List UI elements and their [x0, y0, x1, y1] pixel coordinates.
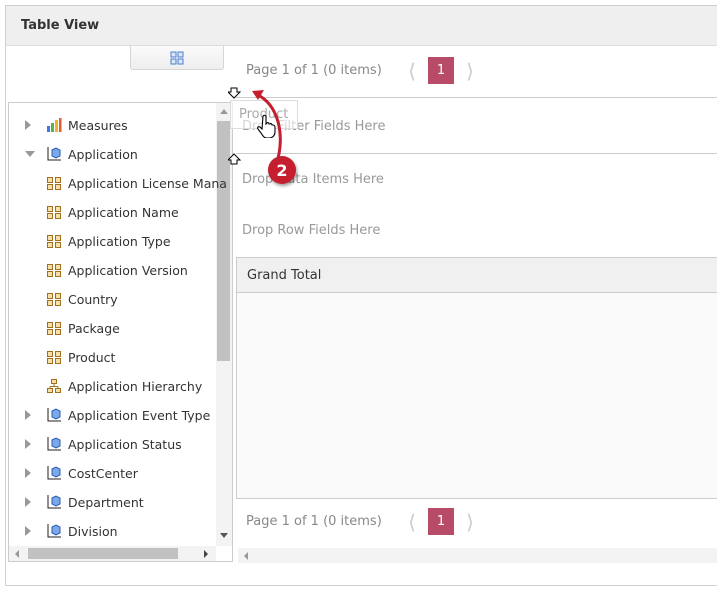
scroll-right-icon[interactable] [204, 550, 208, 558]
tree-item-label: Application Event Type [68, 407, 211, 423]
hand-cursor-icon [257, 114, 276, 138]
dimension-icon [46, 465, 62, 481]
page-button[interactable]: 1 [428, 508, 454, 535]
tree-item[interactable]: Country [9, 288, 216, 310]
tree-item-label: Package [68, 320, 120, 336]
data-drop-zone[interactable]: Drop Data Items Here [236, 172, 717, 187]
tree-item[interactable]: Application Status [9, 433, 216, 455]
dimension-icon [46, 146, 62, 162]
prev-page-button[interactable]: ⟨ [402, 510, 422, 534]
attribute-icon [46, 175, 62, 191]
tree-item[interactable]: Application [9, 143, 216, 165]
grand-total-header: Grand Total [237, 258, 717, 293]
attribute-icon [46, 204, 62, 220]
pager-top: Page 1 of 1 (0 items) ⟨ 1 ⟩ [246, 57, 480, 84]
pager-bottom: Page 1 of 1 (0 items) ⟨ 1 ⟩ [246, 508, 480, 535]
expand-down-icon[interactable] [25, 151, 35, 157]
grid-horizontal-scrollbar[interactable] [238, 548, 717, 563]
prev-page-button[interactable]: ⟨ [402, 59, 422, 83]
pivot-grid: Grand Total [236, 257, 717, 499]
tree-item-label: Application Hierarchy [68, 378, 203, 394]
tree-item-label: Product [68, 349, 116, 365]
attribute-icon [46, 262, 62, 278]
tree-item-label: Department [68, 494, 144, 510]
dimension-icon [46, 523, 62, 539]
row-drop-zone[interactable]: Drop Row Fields Here [236, 223, 717, 238]
hierarchy-icon [46, 378, 62, 394]
attribute-icon [46, 291, 62, 307]
step-badge: 2 [268, 156, 296, 184]
tree-item-label: Application License Mana [68, 175, 227, 191]
tree-item[interactable]: Package [9, 317, 216, 339]
tree-item[interactable]: Measures [9, 114, 216, 136]
expand-right-icon[interactable] [25, 526, 31, 536]
insert-marker-icon [228, 153, 242, 165]
layout-toggle-button[interactable] [130, 46, 224, 70]
tree-item[interactable]: Application License Mana [9, 172, 227, 194]
measures-icon [46, 117, 62, 133]
tree-item[interactable]: Division [9, 520, 216, 542]
page-button[interactable]: 1 [428, 57, 454, 84]
expand-right-icon[interactable] [25, 410, 31, 420]
scroll-left-icon[interactable] [244, 552, 248, 560]
table-view-panel: Table View Page 1 of 1 (0 items) ⟨ 1 ⟩ M… [5, 5, 717, 586]
tree-item-label: Application Status [68, 436, 182, 452]
filter-drop-zone[interactable]: Drop Filter Fields Here [236, 97, 717, 154]
expand-right-icon[interactable] [25, 468, 31, 478]
tree-item[interactable]: CostCenter [9, 462, 216, 484]
grid-layout-icon [170, 51, 184, 64]
tree-item-label: Application Type [68, 233, 171, 249]
attribute-icon [46, 233, 62, 249]
tree-item-label: Division [68, 523, 118, 539]
tree-item-label: Application Version [68, 262, 188, 278]
tree-item[interactable]: Application Version [9, 259, 216, 281]
dimension-icon [46, 494, 62, 510]
tree-item-label: Measures [68, 117, 128, 133]
tree-item[interactable]: Department [9, 491, 216, 513]
attribute-icon [46, 349, 62, 365]
next-page-button[interactable]: ⟩ [460, 59, 480, 83]
tree-item[interactable]: Product [9, 346, 216, 368]
horizontal-scrollbar[interactable] [9, 546, 216, 561]
expand-right-icon[interactable] [25, 497, 31, 507]
page-info: Page 1 of 1 (0 items) [246, 514, 382, 529]
tree-item-label: Country [68, 291, 118, 307]
tree-item[interactable]: Application Event Type [9, 404, 216, 426]
dimension-icon [46, 407, 62, 423]
expand-right-icon[interactable] [25, 120, 31, 130]
next-page-button[interactable]: ⟩ [460, 510, 480, 534]
expand-right-icon[interactable] [25, 439, 31, 449]
attribute-icon [46, 320, 62, 336]
dimension-icon [46, 436, 62, 452]
tree-item-label: CostCenter [68, 465, 138, 481]
scroll-down-icon[interactable] [220, 533, 228, 538]
page-info: Page 1 of 1 (0 items) [246, 63, 382, 78]
tree-item-label: Application Name [68, 204, 179, 220]
tree-item[interactable]: Application Hierarchy [9, 375, 216, 397]
scroll-up-icon[interactable] [220, 109, 228, 114]
tree-item[interactable]: Application Name [9, 201, 216, 223]
panel-title: Table View [6, 6, 717, 46]
tree-item-label: Application [68, 146, 138, 162]
field-list-tree: Measures Application Application License M… [8, 102, 233, 562]
scroll-thumb[interactable] [28, 548, 178, 559]
scroll-left-icon[interactable] [15, 550, 19, 558]
tree-item[interactable]: Application Type [9, 230, 216, 252]
insert-marker-icon [228, 87, 242, 99]
